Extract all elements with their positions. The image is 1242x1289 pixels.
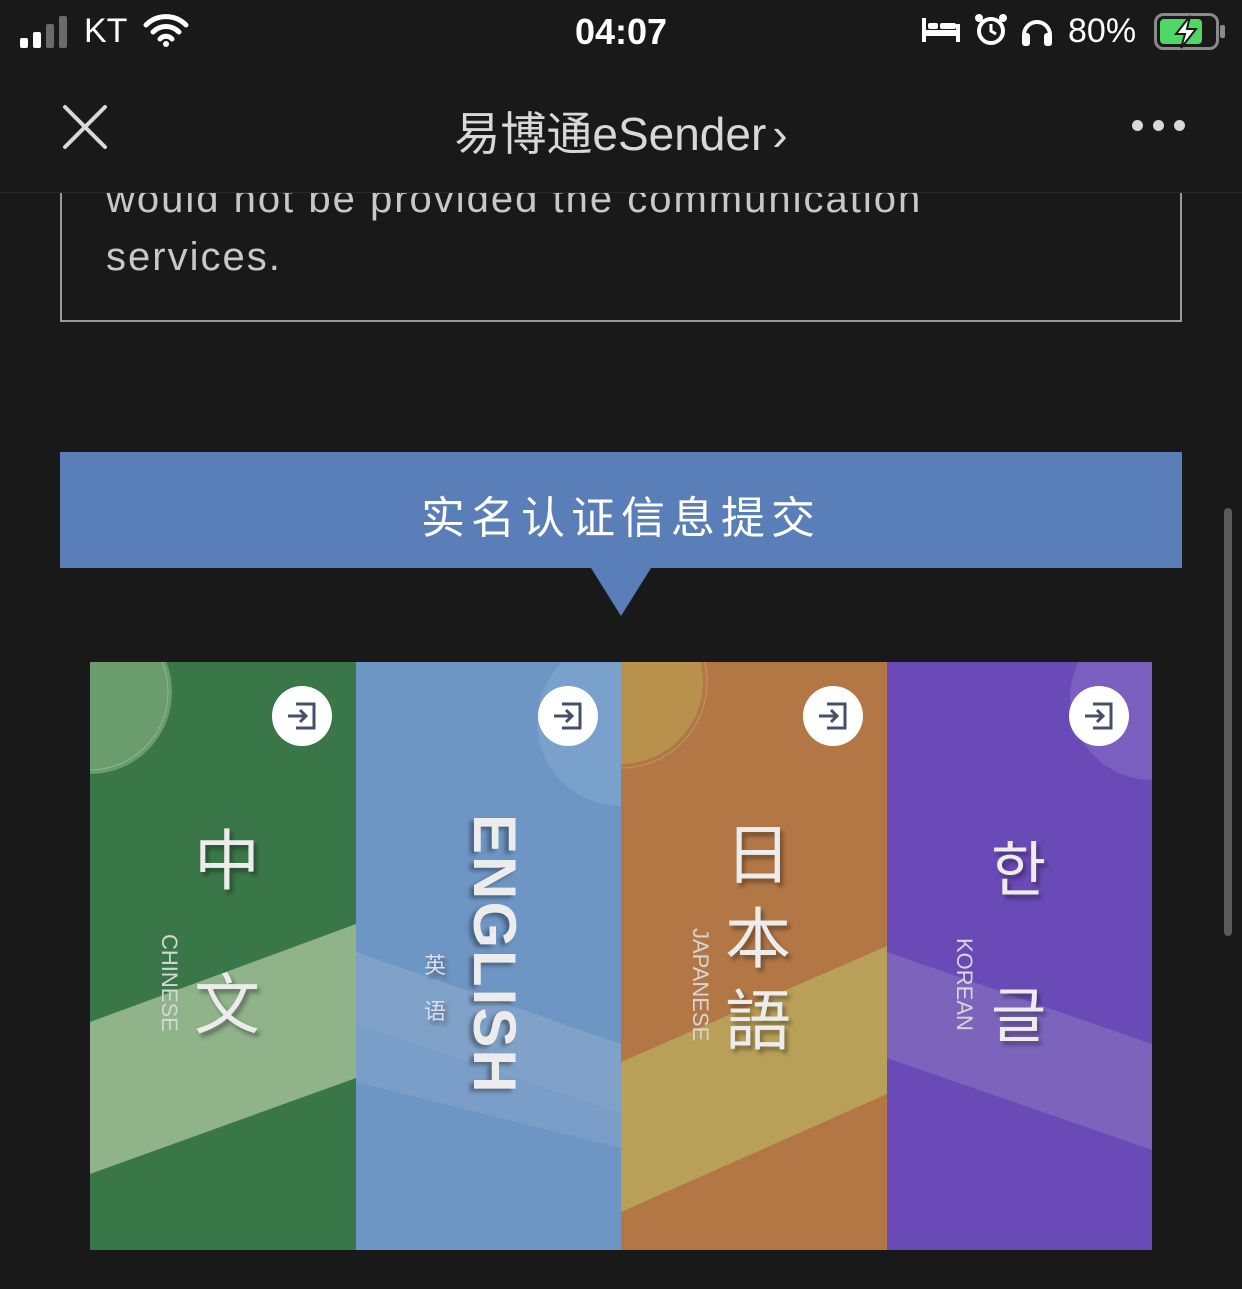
label-japanese: JAPANESE	[688, 928, 713, 1042]
clock: 04:07	[574, 11, 668, 52]
scrollbar[interactable]	[1224, 508, 1232, 936]
nav-bar: 易博通eSender ›	[0, 64, 1242, 193]
page-title[interactable]: 易博通eSender ›	[0, 98, 1242, 164]
status-bar: KT 04:07 80%	[0, 0, 1242, 64]
battery-percent: 80%	[1068, 12, 1137, 50]
banner-pointer	[591, 568, 651, 616]
language-card-english[interactable]: ENGLISH 英 语	[356, 662, 621, 1250]
glyph-hi: 日	[725, 818, 791, 892]
glyph-geul: 글	[991, 983, 1047, 1050]
page-title-text: 易博通eSender	[454, 108, 767, 160]
chevron-right-icon: ›	[772, 108, 788, 160]
enter-icon[interactable]	[1069, 686, 1129, 746]
glyph-zhong: 中	[194, 824, 260, 898]
glyph-go: 語	[725, 984, 791, 1058]
label-english-sub-1: 英	[424, 953, 447, 978]
more-icon[interactable]	[1128, 114, 1188, 138]
enter-icon[interactable]	[272, 686, 332, 746]
battery-charging-icon	[1154, 13, 1225, 50]
glyph-wen: 文	[194, 968, 260, 1042]
label-english: ENGLISH	[461, 814, 528, 1095]
notice-text-line-2: services.	[106, 235, 282, 279]
verification-banner: 实名认证信息提交	[60, 452, 1182, 568]
language-cards: 中 文 CHINESE ENGLISH 英 语 日 本 語 JAPANESE 한…	[90, 662, 1152, 1250]
headphones-icon	[1022, 20, 1052, 46]
label-chinese: CHINESE	[157, 934, 182, 1032]
enter-icon[interactable]	[803, 686, 863, 746]
banner-label: 实名认证信息提交	[421, 494, 821, 543]
label-english-sub-2: 语	[424, 999, 447, 1024]
enter-icon[interactable]	[538, 686, 598, 746]
bed-icon	[922, 18, 960, 42]
alarm-icon	[975, 14, 1007, 45]
language-card-korean[interactable]: 한 글 KOREAN	[887, 662, 1152, 1250]
label-korean: KOREAN	[952, 938, 977, 1031]
language-card-chinese[interactable]: 中 文 CHINESE	[90, 662, 356, 1250]
glyph-han: 한	[991, 837, 1047, 904]
language-card-japanese[interactable]: 日 本 語 JAPANESE	[621, 662, 887, 1250]
